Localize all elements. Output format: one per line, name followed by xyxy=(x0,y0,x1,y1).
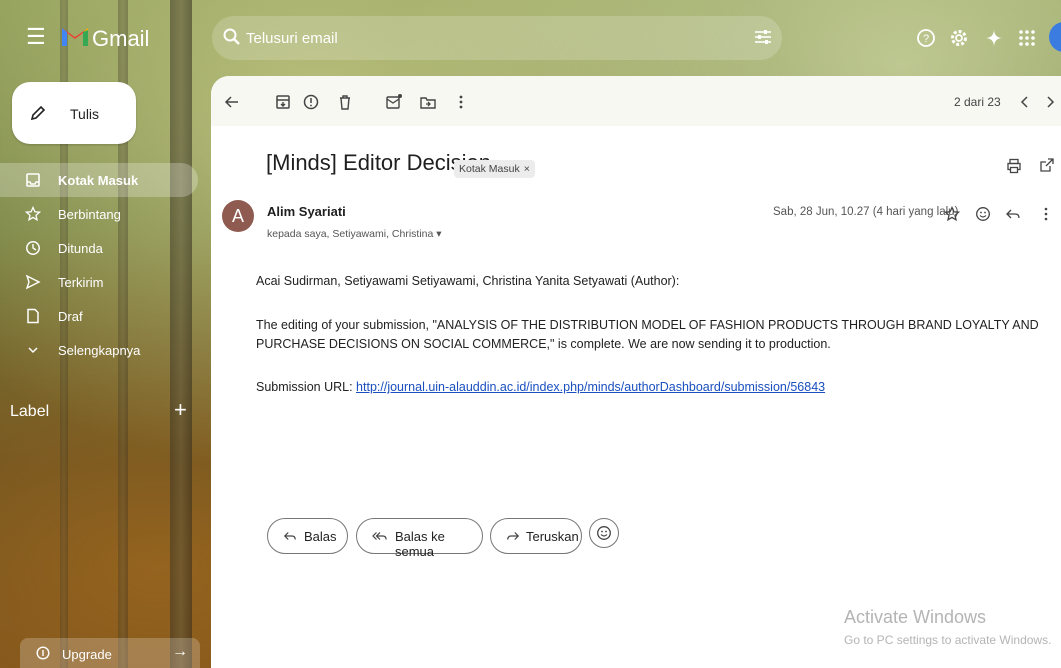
upgrade-label: Upgrade xyxy=(62,647,112,662)
open-new-window-icon[interactable] xyxy=(1039,157,1055,173)
sidebar-item-sent[interactable]: Terkirim xyxy=(0,265,196,299)
sender-avatar[interactable]: A xyxy=(222,200,254,232)
sidebar-item-more[interactable]: Selengkapnya xyxy=(0,333,196,367)
email-body-url-line: Submission URL: http://journal.uin-alaud… xyxy=(256,378,1056,397)
email-toolbar: 2 dari 23 xyxy=(211,76,1061,126)
email-panel: 2 dari 23 [Minds] Editor Decision Kotak … xyxy=(211,76,1061,668)
print-icon[interactable] xyxy=(1006,158,1022,174)
email-body-paragraph: The editing of your submission, "ANALYSI… xyxy=(256,318,1039,351)
sidebar-item-label: Selengkapnya xyxy=(58,343,141,358)
reply-button[interactable]: Balas xyxy=(267,518,348,554)
label-chip[interactable]: Kotak Masuk × xyxy=(454,160,535,178)
sidebar-item-snoozed[interactable]: Ditunda xyxy=(0,231,196,265)
emoji-icon xyxy=(597,526,611,540)
star-icon[interactable] xyxy=(944,206,960,222)
emoji-reaction-button[interactable] xyxy=(589,518,619,548)
delete-icon[interactable] xyxy=(336,93,354,111)
help-icon[interactable]: ? xyxy=(915,27,937,49)
send-icon xyxy=(25,274,41,290)
recipients-toggle[interactable]: kepada saya, Setiyawami, Christina ▾ xyxy=(267,228,442,240)
apps-icon[interactable] xyxy=(1016,27,1038,49)
account-avatar[interactable] xyxy=(1049,22,1061,52)
search-input[interactable] xyxy=(244,22,688,54)
submission-url-link[interactable]: http://journal.uin-alauddin.ac.id/index.… xyxy=(356,380,825,394)
archive-icon[interactable] xyxy=(274,93,292,111)
arrow-right-icon: → xyxy=(172,643,188,660)
search-icon[interactable] xyxy=(222,27,242,47)
forward-button[interactable]: Teruskan xyxy=(490,518,582,554)
more-vert-icon[interactable] xyxy=(1038,206,1054,222)
gemini-icon[interactable] xyxy=(983,27,1005,49)
upgrade-icon xyxy=(36,646,50,660)
submission-url-label: Submission URL: xyxy=(256,380,357,394)
mark-unread-icon[interactable] xyxy=(385,93,403,111)
star-icon xyxy=(25,206,41,222)
chevron-left-icon[interactable] xyxy=(1016,93,1034,111)
sidebar-item-drafts[interactable]: Draf xyxy=(0,299,196,333)
chevron-down-icon xyxy=(28,347,38,354)
sidebar-item-label: Terkirim xyxy=(58,275,104,290)
sidebar-item-label: Kotak Masuk xyxy=(58,173,139,188)
sidebar-item-label: Draf xyxy=(58,309,83,324)
gmail-logo-icon xyxy=(62,28,88,46)
more-vert-icon[interactable] xyxy=(452,93,470,111)
reply-label: Balas xyxy=(304,529,337,544)
back-arrow-icon[interactable] xyxy=(223,93,241,111)
labels-header: Label xyxy=(10,403,50,420)
email-date: Sab, 28 Jun, 10.27 (4 hari yang lalu) xyxy=(773,206,959,218)
report-spam-icon[interactable] xyxy=(302,93,320,111)
app-name: Gmail xyxy=(92,26,150,51)
clock-icon xyxy=(26,241,40,255)
draft-icon xyxy=(27,308,39,324)
svg-text:?: ? xyxy=(923,33,929,45)
move-to-icon[interactable] xyxy=(419,93,437,111)
pencil-icon xyxy=(30,105,46,121)
chevron-right-icon[interactable] xyxy=(1041,93,1059,111)
reply-all-button[interactable]: Balas ke semua xyxy=(356,518,483,559)
remove-label-icon[interactable]: × xyxy=(524,163,530,175)
sidebar-item-inbox[interactable]: Kotak Masuk xyxy=(0,163,198,197)
sidebar-item-label: Berbintang xyxy=(58,207,121,222)
sidebar-item-starred[interactable]: Berbintang xyxy=(0,197,196,231)
emoji-reaction-icon[interactable] xyxy=(975,206,991,222)
pagination-label: 2 dari 23 xyxy=(954,95,1001,109)
email-body-greeting: Acai Sudirman, Setiyawami Setiyawami, Ch… xyxy=(256,274,680,288)
search-options-icon[interactable] xyxy=(752,26,774,48)
sidebar-item-label: Ditunda xyxy=(58,241,103,256)
activation-watermark-subtitle: Go to PC settings to activate Windows. xyxy=(844,633,1052,647)
top-bar: ☰ Gmail ? xyxy=(0,0,1061,78)
reply-icon xyxy=(283,532,296,540)
inbox-icon xyxy=(26,173,40,187)
reply-icon[interactable] xyxy=(1005,206,1021,222)
compose-label: Tulis xyxy=(70,106,100,122)
label-chip-text: Kotak Masuk xyxy=(459,163,520,175)
reply-all-label: Balas ke semua xyxy=(395,529,445,559)
activation-watermark-title: Activate Windows xyxy=(844,607,987,627)
forward-label: Teruskan xyxy=(526,529,579,544)
main-menu-icon[interactable]: ☰ xyxy=(26,26,46,48)
compose-button[interactable]: Tulis xyxy=(12,82,136,144)
add-label-icon[interactable]: + xyxy=(174,397,187,423)
upgrade-button[interactable]: Upgrade → xyxy=(20,638,200,668)
sender-name[interactable]: Alim Syariati xyxy=(267,204,346,219)
reply-all-icon xyxy=(372,532,387,540)
forward-icon xyxy=(507,532,520,540)
gear-icon[interactable] xyxy=(948,27,970,49)
